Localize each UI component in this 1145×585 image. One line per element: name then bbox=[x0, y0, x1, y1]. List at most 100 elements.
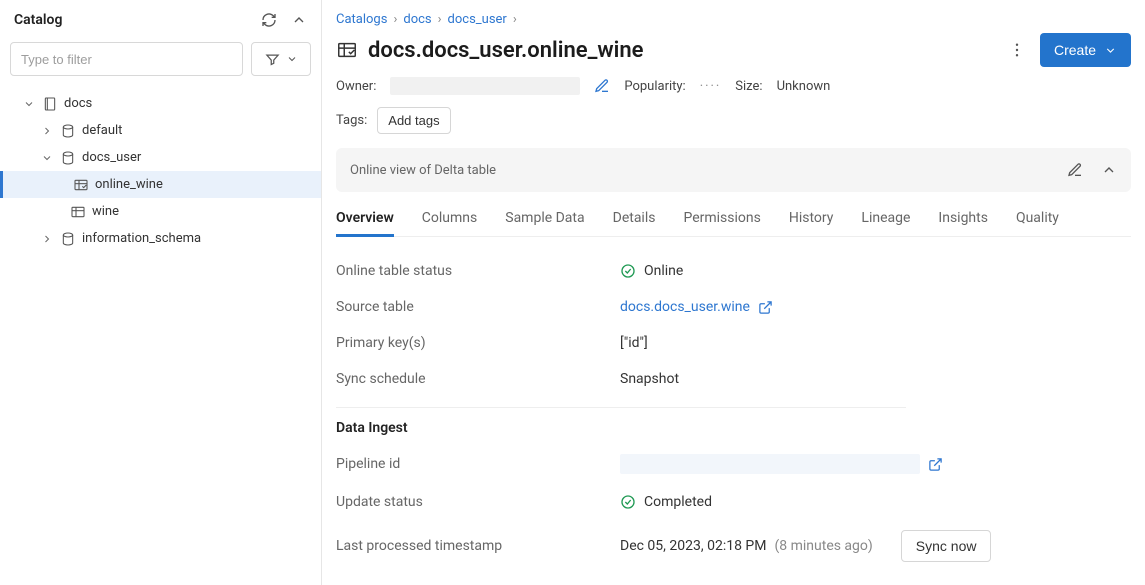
kebab-menu-icon[interactable] bbox=[1008, 41, 1026, 59]
tab-overview[interactable]: Overview bbox=[336, 202, 394, 237]
tree-node-docs-user[interactable]: docs_user bbox=[0, 144, 321, 171]
external-link-icon[interactable] bbox=[758, 300, 773, 315]
kv-label: Pipeline id bbox=[336, 456, 620, 472]
breadcrumb-docs[interactable]: docs bbox=[403, 12, 431, 27]
main-panel: Catalogs › docs › docs_user › docs.docs_… bbox=[322, 0, 1145, 585]
tabs: Overview Columns Sample Data Details Per… bbox=[336, 202, 1131, 237]
filter-input[interactable] bbox=[10, 42, 243, 76]
size-value: Unknown bbox=[777, 79, 831, 94]
popularity-value: ···· bbox=[700, 79, 722, 94]
filter-row bbox=[0, 34, 321, 84]
chevron-down-icon[interactable] bbox=[40, 152, 54, 164]
kv-value: Snapshot bbox=[620, 371, 679, 387]
kv-online-status: Online table status Online bbox=[336, 253, 1131, 289]
kv-label: Update status bbox=[336, 494, 620, 510]
chevron-right-icon: › bbox=[513, 12, 517, 27]
title-row: docs.docs_user.online_wine Create bbox=[336, 33, 1131, 67]
tags-row: Tags: Add tags bbox=[336, 107, 1131, 134]
catalog-icon bbox=[42, 96, 58, 112]
description-text: Online view of Delta table bbox=[350, 163, 496, 178]
tab-details[interactable]: Details bbox=[613, 202, 656, 236]
tab-history[interactable]: History bbox=[789, 202, 834, 236]
owner-value-redacted bbox=[390, 77, 580, 95]
description-box: Online view of Delta table bbox=[336, 148, 1131, 192]
sidebar-header: Catalog bbox=[0, 6, 321, 34]
edit-owner-icon[interactable] bbox=[594, 78, 610, 94]
table-icon bbox=[70, 204, 86, 220]
chevron-right-icon: › bbox=[438, 12, 442, 27]
popularity-label: Popularity: bbox=[624, 79, 685, 94]
tree-node-label: docs_user bbox=[82, 150, 141, 165]
breadcrumb: Catalogs › docs › docs_user › bbox=[336, 12, 1131, 27]
tree-node-label: default bbox=[82, 123, 122, 138]
tree-node-default[interactable]: default bbox=[0, 117, 321, 144]
tab-sample-data[interactable]: Sample Data bbox=[505, 202, 584, 236]
tree-node-docs[interactable]: docs bbox=[0, 90, 321, 117]
check-circle-icon bbox=[620, 494, 636, 510]
kv-sync-schedule: Sync schedule Snapshot bbox=[336, 361, 1131, 397]
size-label: Size: bbox=[735, 79, 762, 94]
kv-primary-keys: Primary key(s) ["id"] bbox=[336, 325, 1131, 361]
breadcrumb-catalogs[interactable]: Catalogs bbox=[336, 12, 387, 27]
tree-node-label: information_schema bbox=[82, 231, 201, 246]
tab-lineage[interactable]: Lineage bbox=[861, 202, 910, 236]
sync-now-button[interactable]: Sync now bbox=[901, 530, 992, 562]
schema-icon bbox=[60, 231, 76, 247]
data-ingest-heading: Data Ingest bbox=[336, 420, 1131, 436]
online-table-icon bbox=[73, 177, 89, 193]
divider bbox=[336, 407, 906, 408]
tree-node-label: docs bbox=[64, 96, 92, 111]
kv-label: Primary key(s) bbox=[336, 335, 620, 351]
chevron-right-icon[interactable] bbox=[40, 233, 54, 245]
chevron-up-icon[interactable] bbox=[1101, 162, 1117, 178]
overview-content: Online table status Online Source table … bbox=[336, 253, 1131, 585]
meta-row: Owner: Popularity: ···· Size: Unknown bbox=[336, 77, 1131, 95]
kv-label: Online table status bbox=[336, 263, 620, 279]
filter-dropdown[interactable] bbox=[251, 42, 311, 76]
tags-label: Tags: bbox=[336, 113, 367, 128]
check-circle-icon bbox=[620, 263, 636, 279]
tree-node-online-wine[interactable]: online_wine bbox=[0, 171, 321, 198]
kv-label: Last processed timestamp bbox=[336, 538, 620, 554]
last-processed-ago: (8 minutes ago) bbox=[774, 538, 872, 554]
edit-description-icon[interactable] bbox=[1067, 162, 1083, 178]
kv-last-processed: Last processed timestamp Dec 05, 2023, 0… bbox=[336, 520, 1131, 572]
page-title: docs.docs_user.online_wine bbox=[368, 38, 644, 63]
add-tags-button[interactable]: Add tags bbox=[377, 107, 450, 134]
tab-insights[interactable]: Insights bbox=[938, 202, 988, 236]
create-button-label: Create bbox=[1054, 42, 1096, 58]
kv-label: Sync schedule bbox=[336, 371, 620, 387]
breadcrumb-docs-user[interactable]: docs_user bbox=[448, 12, 507, 27]
tab-quality[interactable]: Quality bbox=[1016, 202, 1059, 236]
catalog-sidebar: Catalog docs bbox=[0, 0, 322, 585]
kv-value: Online bbox=[644, 263, 683, 279]
external-link-icon[interactable] bbox=[928, 457, 943, 472]
kv-pipeline-id: Pipeline id bbox=[336, 444, 1131, 484]
last-processed-timestamp: Dec 05, 2023, 02:18 PM bbox=[620, 538, 766, 554]
kv-update-status: Update status Completed bbox=[336, 484, 1131, 520]
schema-icon bbox=[60, 150, 76, 166]
catalog-tree: docs default docs_user online_wine bbox=[0, 84, 321, 258]
create-button[interactable]: Create bbox=[1040, 33, 1131, 67]
refresh-icon[interactable] bbox=[261, 12, 277, 28]
kv-value: ["id"] bbox=[620, 335, 648, 351]
chevron-right-icon: › bbox=[393, 12, 397, 27]
schema-icon bbox=[60, 123, 76, 139]
tab-columns[interactable]: Columns bbox=[422, 202, 477, 236]
chevron-up-icon[interactable] bbox=[291, 12, 307, 28]
tab-permissions[interactable]: Permissions bbox=[683, 202, 760, 236]
tree-node-information-schema[interactable]: information_schema bbox=[0, 225, 321, 252]
kv-value: Completed bbox=[644, 494, 712, 510]
sidebar-title: Catalog bbox=[14, 12, 62, 28]
kv-label: Source table bbox=[336, 299, 620, 315]
tree-node-wine[interactable]: wine bbox=[0, 198, 321, 225]
chevron-down-icon[interactable] bbox=[22, 98, 36, 110]
owner-label: Owner: bbox=[336, 79, 376, 94]
tree-node-label: wine bbox=[92, 204, 119, 219]
pipeline-id-redacted bbox=[620, 454, 920, 474]
chevron-right-icon[interactable] bbox=[40, 125, 54, 137]
online-table-icon bbox=[336, 39, 358, 61]
source-table-link[interactable]: docs.docs_user.wine bbox=[620, 299, 750, 315]
tree-node-label: online_wine bbox=[95, 177, 163, 192]
kv-source-table: Source table docs.docs_user.wine bbox=[336, 289, 1131, 325]
